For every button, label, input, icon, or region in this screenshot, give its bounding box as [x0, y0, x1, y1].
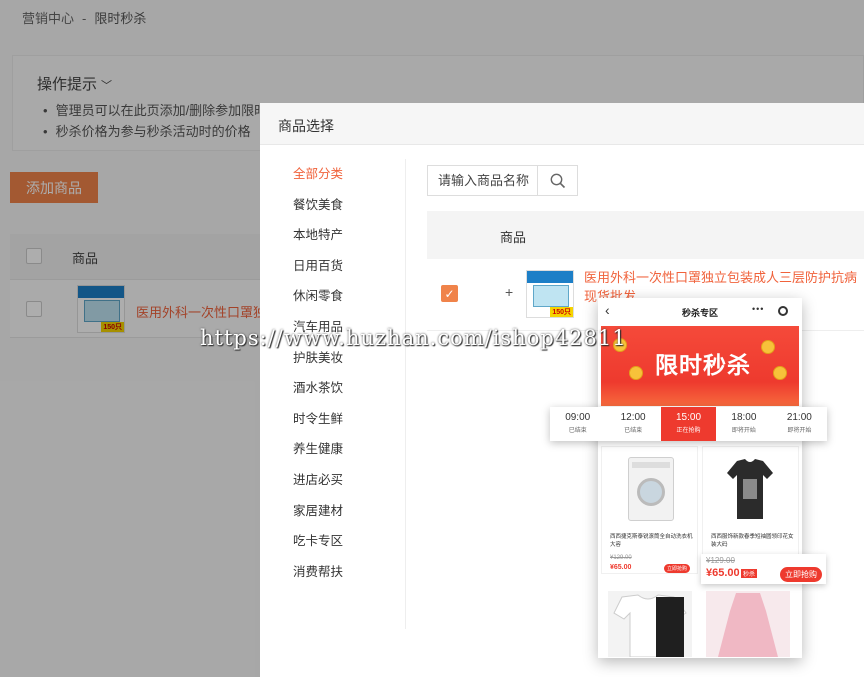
time-slot-tabs: 09:00 已结束 12:00 已结束 15:00 正在抢购 18:00 即将开始 21…	[550, 407, 827, 441]
time-slot-tab[interactable]: 18:00 即将开始	[716, 407, 771, 441]
category-item[interactable]: 餐饮美食	[260, 190, 405, 221]
goods-thumbnail: 150只	[526, 270, 574, 318]
thumb-pcs-label: 150只	[550, 307, 573, 317]
tshirt-image	[727, 459, 773, 519]
category-item[interactable]: 进店必买	[260, 465, 405, 496]
coin-icon	[761, 340, 775, 354]
category-item[interactable]: 吃卡专区	[260, 526, 405, 557]
price-callout: ¥129.00 ¥65.00 秒杀 立即抢购	[701, 554, 826, 584]
time-slot-tab[interactable]: 21:00 即将开始	[772, 407, 827, 441]
slot-time: 15:00	[676, 412, 702, 423]
row-checkbox-checked[interactable]: ✓	[441, 285, 458, 302]
search-input[interactable]	[428, 166, 538, 195]
category-item[interactable]: 日用百货	[260, 251, 405, 282]
record-icon	[778, 306, 788, 316]
slot-status: 已结束	[624, 428, 643, 434]
washer-image	[628, 457, 674, 521]
slot-status: 即将开始	[731, 428, 756, 434]
column-goods: 商品	[500, 230, 527, 245]
check-icon: ✓	[444, 286, 455, 301]
time-slot-tab[interactable]: 12:00 已结束	[605, 407, 660, 441]
category-item[interactable]: 家居建材	[260, 496, 405, 527]
slot-status: 已结束	[568, 428, 587, 434]
slot-status: 正在抢购	[676, 428, 701, 434]
category-item[interactable]: 全部分类	[260, 159, 405, 190]
coin-icon	[629, 366, 643, 380]
expand-toggle[interactable]: +	[505, 284, 513, 300]
product-old-price: ¥129.00	[610, 555, 632, 561]
phone-page-title: 秒杀专区	[681, 308, 718, 318]
callout-price: ¥65.00	[706, 567, 740, 579]
modal-header: 商品选择	[260, 103, 864, 145]
product-name: 西西捷克斯泰锐滚筒全自动洗衣机大容	[610, 534, 693, 548]
slot-time: 12:00	[620, 412, 646, 423]
dress-image	[706, 591, 790, 657]
search-box	[427, 165, 578, 196]
buy-now-button[interactable]: 立即抢购	[780, 567, 822, 582]
category-item[interactable]: 本地特产	[260, 220, 405, 251]
callout-old-price: ¥129.00	[706, 556, 735, 565]
buy-now-button[interactable]: 立即抢购	[664, 564, 691, 573]
category-item[interactable]: 养生健康	[260, 434, 405, 465]
goods-name-line: 医用外科一次性口罩独立包装成人三层防护抗病	[584, 270, 858, 285]
clothing-image	[608, 591, 692, 658]
slot-time: 18:00	[731, 412, 757, 423]
banner-title: 限时秒杀	[655, 353, 751, 379]
search-button[interactable]	[539, 166, 577, 195]
category-item[interactable]: 时令生鲜	[260, 404, 405, 435]
coin-icon	[773, 366, 787, 380]
category-item[interactable]: 酒水茶饮	[260, 373, 405, 404]
flash-sale-banner: 限时秒杀	[601, 326, 799, 406]
product-price: ¥65.00	[610, 564, 632, 571]
watermark-text: https://www.huzhan.com/ishop42811	[200, 326, 627, 350]
modal-title: 商品选择	[278, 118, 334, 134]
time-slot-tab-active[interactable]: 15:00 正在抢购	[660, 407, 717, 441]
category-list: 全部分类 餐饮美食 本地特产 日用百货 休闲零食 汽车用品 护肤美妆 酒水茶饮 …	[260, 159, 406, 629]
more-icon: •••	[752, 304, 765, 314]
search-icon	[550, 173, 566, 188]
category-item[interactable]: 休闲零食	[260, 281, 405, 312]
slot-status: 即将开始	[787, 428, 812, 434]
phone-header: ‹ 秒杀专区 •••	[598, 298, 802, 326]
slot-time: 21:00	[786, 412, 812, 423]
slot-time: 09:00	[565, 412, 591, 423]
product-name: 西西服饰新款春季短袖圆领印花女装大码	[711, 534, 794, 548]
flash-sale-tag: 秒杀	[741, 569, 758, 578]
time-slot-tab[interactable]: 09:00 已结束	[550, 407, 605, 441]
product-card[interactable]: 西西捷克斯泰锐滚筒全自动洗衣机大容 ¥129.00 ¥65.00 立即抢购	[601, 446, 698, 574]
modal-table-header: 商品	[427, 211, 864, 259]
category-item[interactable]: 消费帮扶	[260, 557, 405, 588]
